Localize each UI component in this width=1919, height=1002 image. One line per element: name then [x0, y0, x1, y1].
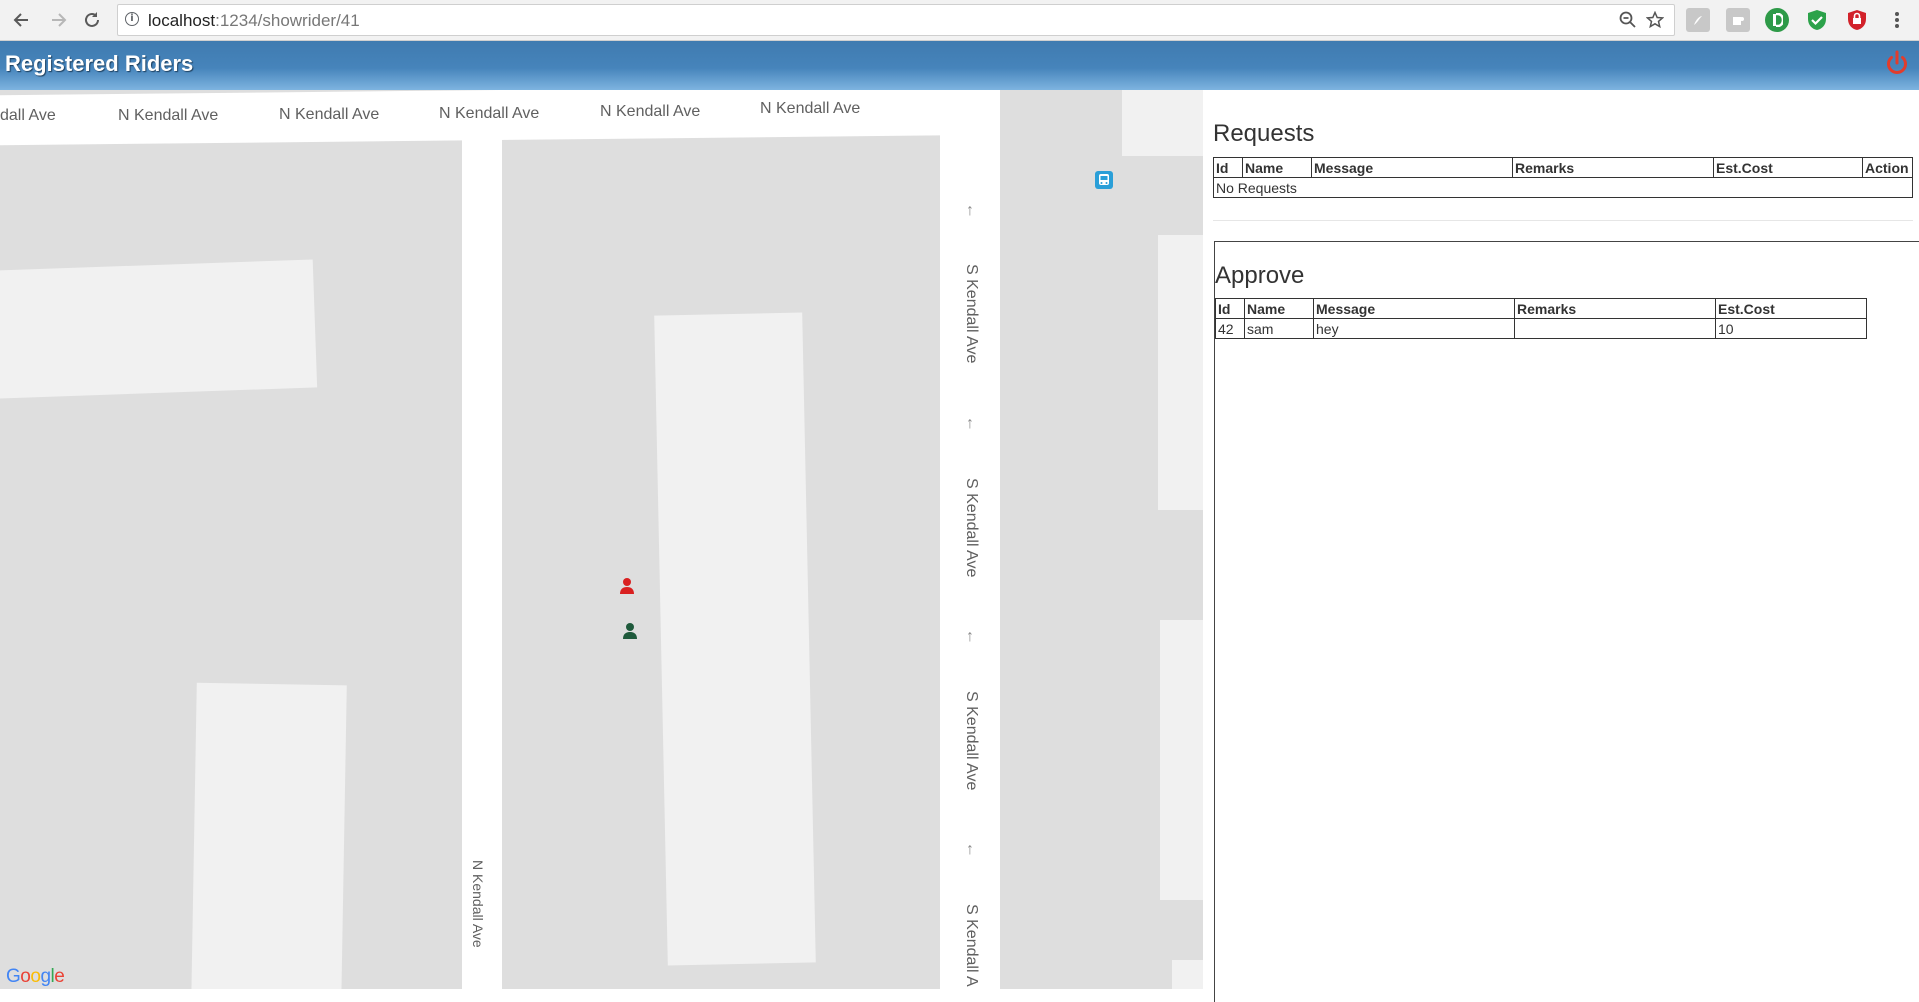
- google-logo-letter: e: [54, 966, 65, 987]
- requests-panel: Requests Id Name Message Remarks Est.Cos…: [1203, 90, 1919, 1002]
- map-block: [1172, 960, 1203, 989]
- one-way-arrow-icon: ↑: [966, 628, 974, 645]
- col-remarks: Remarks: [1512, 157, 1714, 178]
- requests-title: Requests: [1213, 120, 1315, 147]
- map-block: [654, 312, 816, 966]
- one-way-arrow-icon: ↑: [966, 202, 974, 219]
- google-logo-letter: o: [20, 966, 31, 987]
- col-message: Message: [1313, 298, 1515, 319]
- street-label: S Kendall Ave: [963, 264, 980, 364]
- page-title: Registered Riders: [5, 51, 194, 76]
- col-id: Id: [1213, 157, 1243, 178]
- requests-table: Id Name Message Remarks Est.Cost Action …: [1213, 157, 1913, 198]
- rider-marker-icon[interactable]: [619, 577, 635, 595]
- empty-requests-text: No Requests: [1213, 177, 1913, 198]
- approve-section: Approve Id Name Message Remarks Est.Cost…: [1214, 241, 1919, 1002]
- cell-message: hey: [1313, 318, 1515, 339]
- back-icon[interactable]: [8, 6, 36, 34]
- col-estcost: Est.Cost: [1715, 298, 1867, 319]
- readability-extension-icon[interactable]: [1765, 8, 1789, 32]
- street-label: N Kendall Ave: [118, 107, 219, 124]
- col-remarks: Remarks: [1514, 298, 1716, 319]
- requests-header-row: Id Name Message Remarks Est.Cost Action: [1213, 157, 1913, 178]
- cell-name: sam: [1244, 318, 1314, 339]
- approve-table: Id Name Message Remarks Est.Cost 42 sam …: [1215, 298, 1867, 339]
- map-block: [1122, 90, 1203, 156]
- app-header: Registered Riders: [0, 41, 1919, 90]
- puzzle-extension-icon[interactable]: [1726, 8, 1750, 32]
- shield-extension-icon[interactable]: [1805, 8, 1829, 32]
- approve-title: Approve: [1215, 262, 1305, 289]
- table-row: No Requests: [1213, 177, 1913, 198]
- driver-marker-icon[interactable]: [622, 622, 638, 640]
- street-label: N Kendall Ave: [470, 860, 486, 948]
- info-icon[interactable]: i: [125, 12, 139, 26]
- reload-icon[interactable]: [78, 6, 106, 34]
- cell-id: 42: [1215, 318, 1245, 339]
- url-host: localhost: [148, 11, 216, 30]
- table-row[interactable]: 42 sam hey 10: [1215, 318, 1867, 339]
- col-id: Id: [1215, 298, 1245, 319]
- col-estcost: Est.Cost: [1713, 157, 1863, 178]
- address-bar[interactable]: i localhost:1234/showrider/41: [117, 4, 1675, 36]
- col-action: Action: [1862, 157, 1913, 178]
- street-label: N Kendall Ave: [279, 106, 380, 123]
- cell-estcost: 10: [1715, 318, 1867, 339]
- bus-stop-icon[interactable]: [1095, 171, 1113, 189]
- url-text[interactable]: localhost:1234/showrider/41: [148, 11, 360, 31]
- google-logo-letter: o: [30, 966, 41, 987]
- pdf-extension-icon[interactable]: [1686, 8, 1710, 32]
- street-label: N Kendall Ave: [439, 105, 540, 122]
- zoom-out-icon[interactable]: [1617, 9, 1639, 31]
- map-view[interactable]: dall Ave N Kendall Ave N Kendall Ave N K…: [0, 90, 1203, 989]
- map-block: [1160, 620, 1203, 900]
- one-way-arrow-icon: ↑: [966, 415, 974, 432]
- url-path: :1234/showrider/41: [215, 11, 360, 30]
- street-label: dall Ave: [0, 107, 56, 124]
- adblock-extension-icon[interactable]: [1845, 8, 1869, 32]
- approve-header-row: Id Name Message Remarks Est.Cost: [1215, 298, 1867, 319]
- street-label: N Kendall Ave: [760, 100, 861, 117]
- street-label: S Kendall A: [963, 904, 980, 987]
- map-block: [0, 259, 318, 399]
- street-label: S Kendall Ave: [963, 478, 980, 578]
- google-logo-letter: G: [6, 966, 21, 987]
- google-logo: Google: [6, 966, 65, 988]
- col-name: Name: [1244, 298, 1314, 319]
- one-way-arrow-icon: ↑: [966, 841, 974, 858]
- col-message: Message: [1311, 157, 1513, 178]
- star-icon[interactable]: [1644, 9, 1666, 31]
- street-label: S Kendall Ave: [963, 691, 980, 791]
- map-block: [1158, 235, 1203, 510]
- street-label: N Kendall Ave: [600, 103, 701, 120]
- menu-icon[interactable]: [1885, 8, 1909, 32]
- col-name: Name: [1242, 157, 1312, 178]
- browser-toolbar: i localhost:1234/showrider/41: [0, 0, 1919, 41]
- cell-remarks: [1514, 318, 1716, 339]
- map-block: [191, 682, 347, 989]
- google-logo-letter: g: [40, 966, 51, 987]
- divider: [1213, 220, 1913, 221]
- power-icon[interactable]: [1883, 49, 1911, 77]
- forward-icon[interactable]: [44, 6, 72, 34]
